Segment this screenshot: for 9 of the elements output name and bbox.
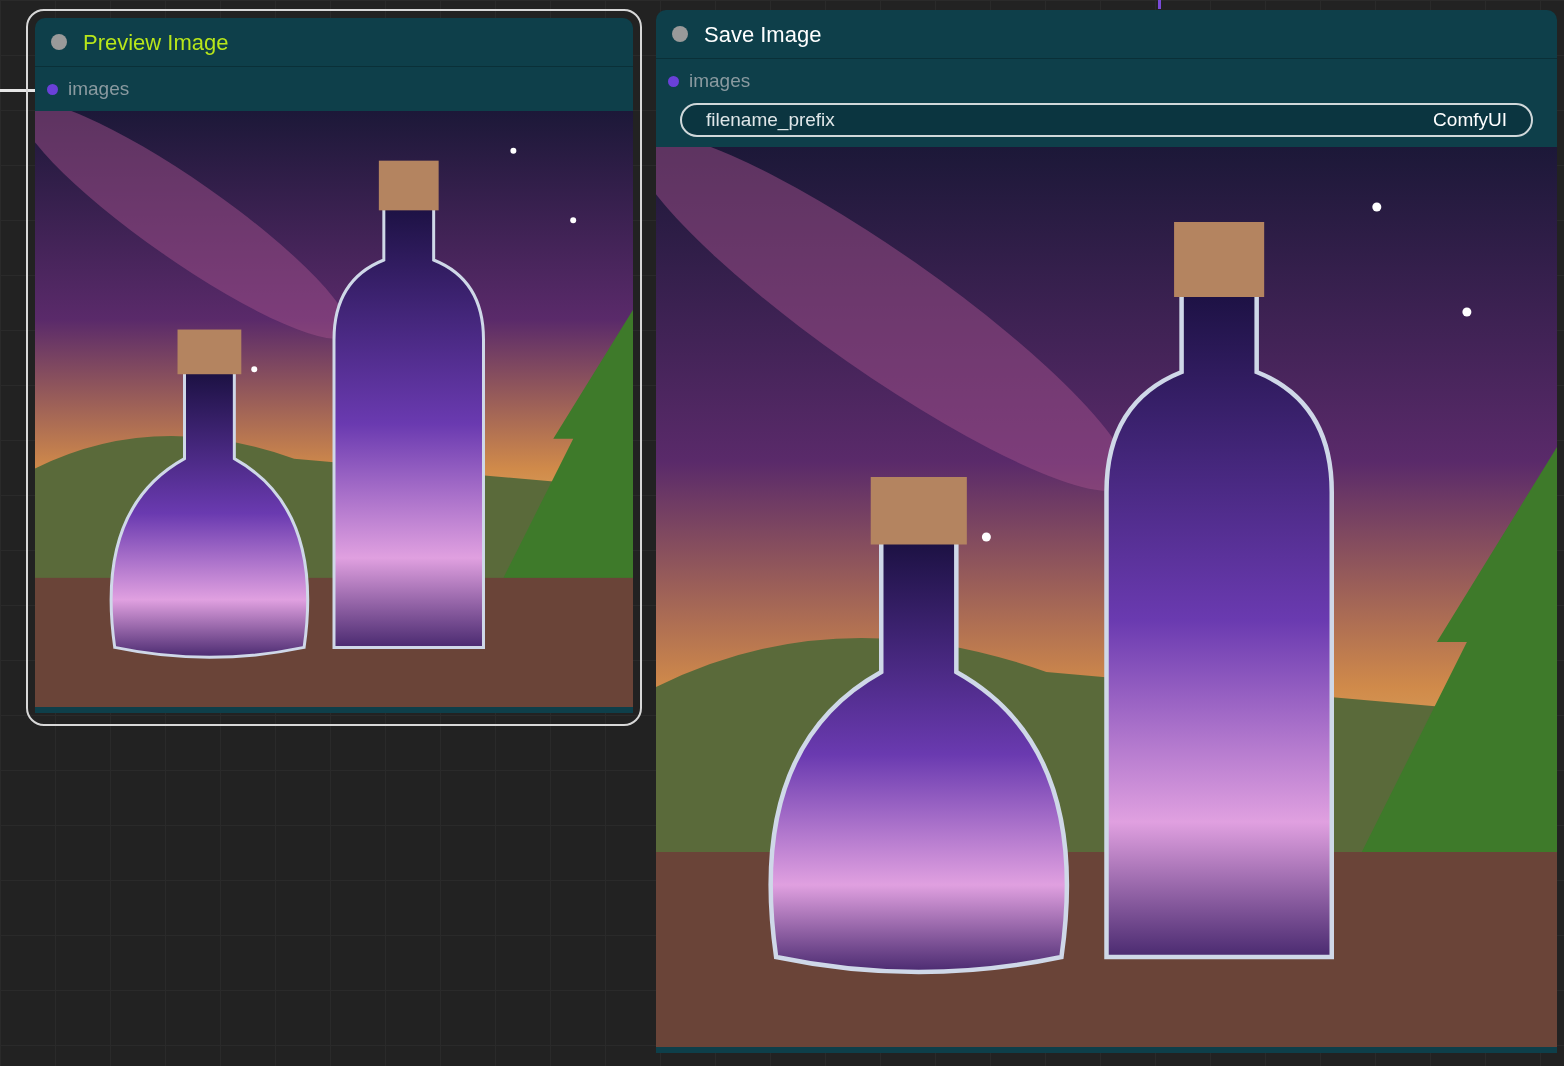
node-panel[interactable]: Preview Image images <box>35 18 633 713</box>
input-label: images <box>689 68 751 93</box>
node-title: Save Image <box>704 20 822 49</box>
link-wire <box>1158 0 1161 9</box>
node-title: Preview Image <box>83 28 229 57</box>
link-wire <box>0 89 36 92</box>
input-label: images <box>68 76 130 101</box>
node-panel[interactable]: Save Image images filename_prefix ComfyUI <box>656 10 1557 1053</box>
text-widget-field[interactable]: filename_prefix ComfyUI <box>680 103 1533 137</box>
